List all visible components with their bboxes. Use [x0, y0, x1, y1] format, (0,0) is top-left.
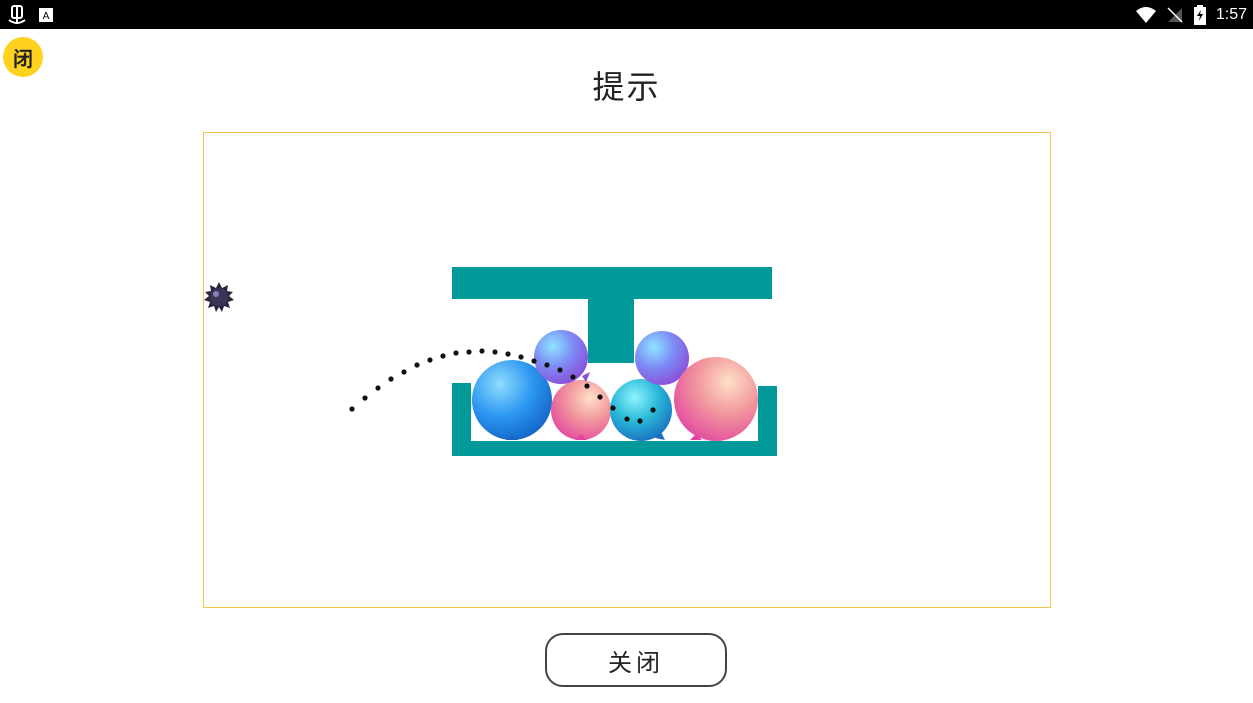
- spiked-bomb-icon[interactable]: [204, 282, 234, 312]
- close-button[interactable]: 关闭: [545, 633, 727, 687]
- balloon-pink-small: [551, 380, 611, 440]
- hint-scene: [204, 267, 777, 456]
- close-button-label: 关闭: [608, 648, 664, 677]
- balloon-small-purple-top: [534, 330, 590, 384]
- t-beam: [452, 267, 772, 363]
- balloon-cyan: [610, 379, 672, 441]
- balloon-large-pink: [674, 357, 758, 441]
